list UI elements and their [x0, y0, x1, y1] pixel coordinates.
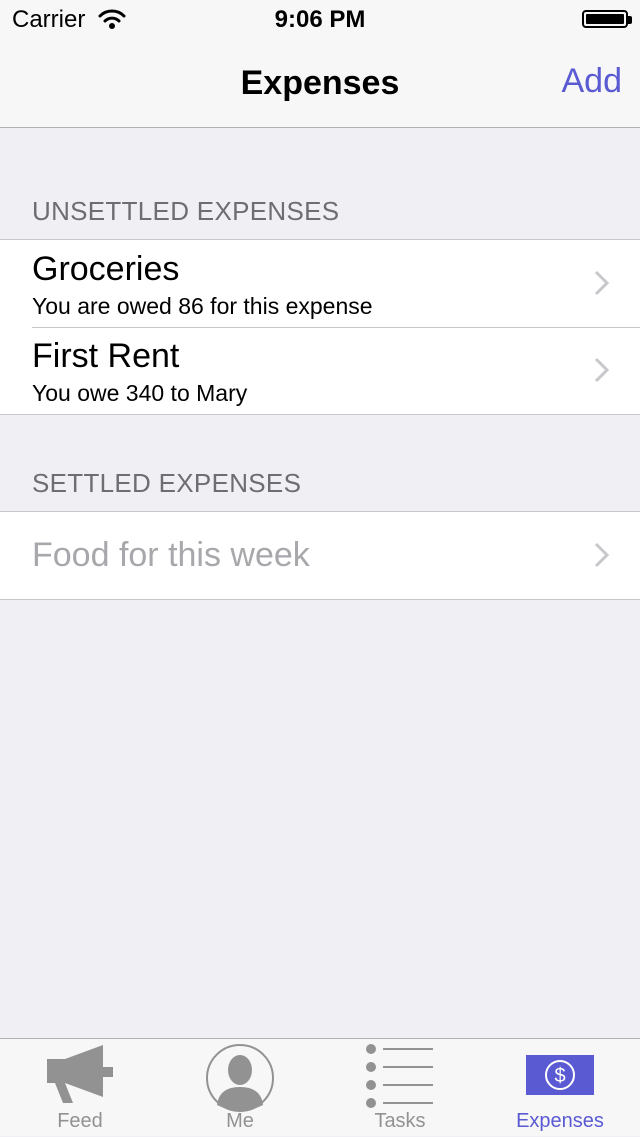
expense-subtitle: You owe 340 to Mary [32, 380, 248, 406]
settled-section-header: SETTLED EXPENSES [32, 468, 302, 498]
settled-expenses-list: Food for this week [0, 511, 640, 600]
battery-icon [582, 10, 632, 28]
tab-bar: Feed Me Tasks $ Expenses [0, 1038, 640, 1136]
list-item[interactable]: Groceries You are owed 86 for this expen… [0, 240, 640, 327]
tab-feed[interactable]: Feed [0, 1039, 160, 1137]
chevron-right-icon [594, 357, 610, 383]
tab-label: Me [226, 1110, 254, 1132]
expense-title: Groceries [32, 250, 180, 288]
add-button[interactable]: Add [562, 62, 623, 101]
list-item[interactable]: Food for this week [0, 512, 640, 599]
chevron-right-icon [594, 542, 610, 568]
tab-label: Feed [57, 1110, 103, 1132]
tab-label: Expenses [516, 1110, 604, 1132]
list-item[interactable]: First Rent You owe 340 to Mary [0, 327, 640, 414]
navigation-bar: Expenses Add [0, 40, 640, 128]
tab-tasks[interactable]: Tasks [320, 1039, 480, 1137]
expense-title: First Rent [32, 337, 180, 375]
megaphone-icon [47, 1045, 113, 1103]
list-icon [366, 1044, 433, 1108]
person-icon [206, 1044, 274, 1112]
dollar-icon: $ [526, 1055, 594, 1095]
unsettled-section-header: UNSETTLED EXPENSES [32, 196, 340, 226]
svg-text:$: $ [554, 1065, 565, 1087]
page-title: Expenses [240, 64, 400, 102]
tab-me[interactable]: Me [160, 1039, 320, 1137]
unsettled-expenses-list: Groceries You are owed 86 for this expen… [0, 239, 640, 415]
expense-subtitle: You are owed 86 for this expense [32, 293, 373, 319]
status-time: 9:06 PM [274, 6, 366, 33]
tab-label: Tasks [374, 1110, 426, 1132]
tab-expenses[interactable]: $ Expenses [480, 1039, 640, 1137]
expense-title: Food for this week [32, 536, 310, 574]
chevron-right-icon [594, 270, 610, 296]
status-bar: Carrier 9:06 PM [0, 0, 640, 40]
